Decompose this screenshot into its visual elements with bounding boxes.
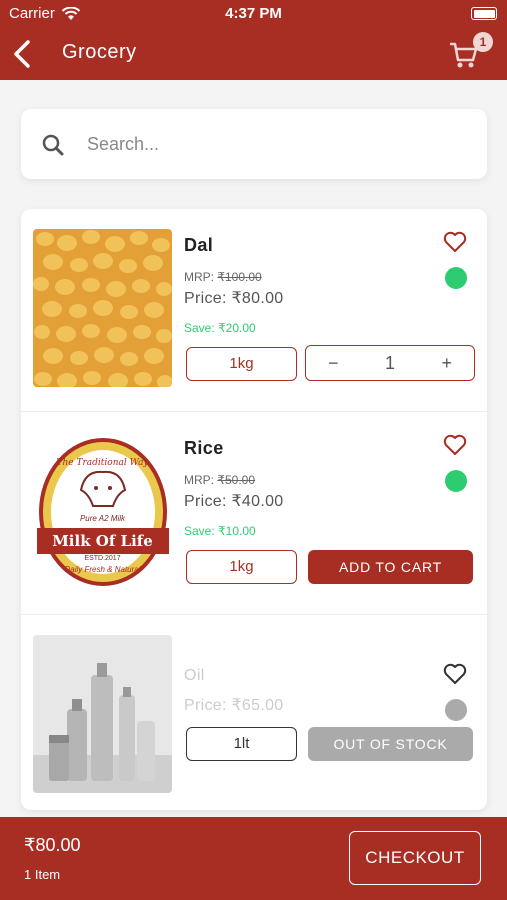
product-row-dal: Dal MRP: ₹100.00 Price: ₹80.00 Save: ₹20… bbox=[21, 209, 487, 412]
heart-icon[interactable] bbox=[443, 434, 467, 456]
unit-selector[interactable]: 1kg bbox=[186, 347, 297, 381]
logo-arc-text: The Traditional Way bbox=[56, 458, 149, 468]
back-arrow-icon[interactable] bbox=[10, 36, 36, 72]
logo-brand-text: Milk Of Life bbox=[52, 532, 153, 550]
mrp-value: ₹50.00 bbox=[217, 473, 256, 487]
availability-dot bbox=[445, 699, 467, 721]
checkout-bar: ₹80.00 1 Item CHECKOUT bbox=[0, 817, 507, 900]
product-name: Dal bbox=[184, 235, 214, 255]
status-bar: Carrier 4:37 PM bbox=[0, 0, 507, 28]
search-box[interactable] bbox=[21, 109, 487, 179]
product-price: Price: ₹65.00 bbox=[184, 697, 284, 714]
unit-selector[interactable]: 1kg bbox=[186, 550, 297, 584]
cart-item-count: 1 Item bbox=[24, 867, 61, 882]
quantity-value: 1 bbox=[384, 352, 395, 373]
search-icon bbox=[42, 134, 64, 156]
page-title: Grocery bbox=[62, 41, 137, 63]
battery-icon bbox=[471, 7, 497, 20]
mrp-label: MRP: bbox=[184, 270, 214, 284]
heart-icon[interactable] bbox=[443, 663, 467, 685]
add-to-cart-button[interactable]: ADD TO CART bbox=[308, 550, 473, 584]
product-image-oil bbox=[33, 635, 172, 793]
search-input[interactable] bbox=[87, 127, 467, 161]
quantity-stepper: − 1 + bbox=[305, 345, 475, 381]
heart-icon[interactable] bbox=[443, 231, 467, 253]
checkout-button[interactable]: CHECKOUT bbox=[349, 831, 481, 885]
product-image-rice: The Traditional Way Pure A2 Milk Milk Of… bbox=[33, 432, 172, 590]
logo-sub-text: Pure A2 Milk bbox=[79, 514, 126, 523]
mrp-label: MRP: bbox=[184, 473, 214, 487]
mrp-value: ₹100.00 bbox=[217, 270, 262, 284]
out-of-stock-button: OUT OF STOCK bbox=[308, 727, 473, 761]
product-image-dal bbox=[33, 229, 172, 387]
product-row-oil: Oil Price: ₹65.00 1lt OUT OF STOCK bbox=[21, 615, 487, 810]
product-name: Rice bbox=[184, 438, 224, 458]
availability-dot bbox=[445, 470, 467, 492]
product-row-rice: The Traditional Way Pure A2 Milk Milk Of… bbox=[21, 412, 487, 615]
product-savings: Save: ₹20.00 bbox=[184, 321, 256, 335]
product-price: Price: ₹40.00 bbox=[184, 493, 284, 510]
availability-dot bbox=[445, 267, 467, 289]
increment-button[interactable]: + bbox=[441, 353, 452, 374]
product-mrp: MRP: ₹100.00 bbox=[184, 270, 262, 284]
decrement-button[interactable]: − bbox=[328, 353, 339, 374]
logo-est-text: ESTD.2017 bbox=[84, 555, 121, 562]
product-list: Dal MRP: ₹100.00 Price: ₹80.00 Save: ₹20… bbox=[21, 209, 487, 810]
cart-count-badge: 1 bbox=[473, 32, 493, 52]
clock: 4:37 PM bbox=[225, 5, 282, 22]
product-price: Price: ₹80.00 bbox=[184, 290, 284, 307]
product-mrp: MRP: ₹50.00 bbox=[184, 473, 255, 487]
product-savings: Save: ₹10.00 bbox=[184, 524, 256, 538]
logo-tagline-text: Daily Fresh & Natural bbox=[64, 565, 141, 574]
cart-total: ₹80.00 bbox=[24, 835, 81, 855]
product-name: Oil bbox=[184, 667, 205, 684]
nav-bar: Grocery 1 bbox=[0, 28, 507, 80]
unit-selector[interactable]: 1lt bbox=[186, 727, 297, 761]
header-bar: Carrier 4:37 PM Grocery 1 bbox=[0, 0, 507, 80]
cart-button[interactable]: 1 bbox=[449, 32, 493, 70]
